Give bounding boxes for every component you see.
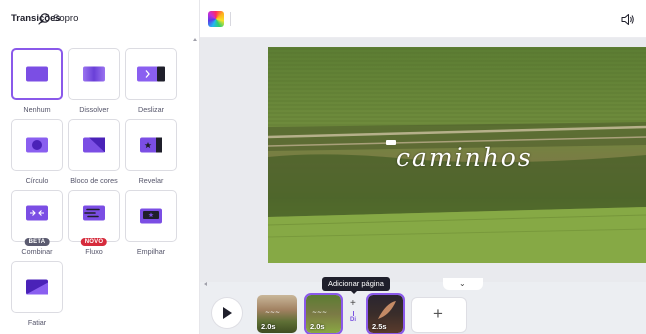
- transition-tile-fatiar[interactable]: [11, 261, 63, 313]
- tooltip: Adicionar página: [322, 277, 390, 291]
- transitions-panel: Transições Nenhum Dissolver Deslizar Cír…: [0, 0, 200, 334]
- transition-label: Revelar: [138, 176, 164, 185]
- play-button[interactable]: [212, 298, 242, 328]
- transition-tile-revelar[interactable]: [125, 119, 177, 171]
- revelar-icon: [140, 137, 162, 153]
- animation-button-label[interactable]: Sopro: [53, 13, 78, 24]
- transition-tile-nenhum[interactable]: [11, 48, 63, 100]
- transition-tile-bloco-de-cores[interactable]: [68, 119, 120, 171]
- add-page-between-icon[interactable]: +: [350, 298, 356, 309]
- top-toolbar: [200, 0, 646, 38]
- fatiar-icon: [26, 279, 48, 295]
- transition-tile-circulo[interactable]: [11, 119, 63, 171]
- scroll-up-arrow-icon[interactable]: [193, 38, 197, 41]
- tooltip-arrow: [351, 291, 357, 294]
- beta-badge: BETA: [24, 238, 50, 246]
- clip-script-text: ~~~: [265, 309, 281, 316]
- timeline-clip-selected[interactable]: 2.5s: [366, 293, 405, 334]
- transition-label: Fatiar: [27, 318, 47, 327]
- timeline-clip-selected[interactable]: ~~~ 2.0s: [304, 293, 343, 334]
- dissolver-icon: [83, 66, 105, 82]
- transition-marker: [353, 311, 354, 316]
- combinar-icon: [26, 205, 48, 221]
- play-icon: [223, 307, 232, 319]
- deslizar-icon: [137, 66, 165, 82]
- clip-duration: 2.0s: [310, 322, 325, 331]
- transition-label: Empilhar: [136, 247, 166, 256]
- chevron-down-icon: ⌄: [459, 279, 466, 288]
- transition-label: Deslizar: [138, 105, 164, 114]
- transition-tile-combinar[interactable]: BETA: [11, 190, 63, 246]
- circulo-icon: [26, 137, 48, 153]
- novo-badge: NOVO: [80, 238, 108, 246]
- speaker-icon[interactable]: [621, 13, 635, 26]
- add-page-button[interactable]: +: [412, 298, 466, 332]
- transition-tile-empilhar[interactable]: [125, 190, 177, 242]
- transition-marker-label[interactable]: Di: [350, 317, 356, 323]
- empilhar-icon: [140, 208, 162, 224]
- color-swatch-icon[interactable]: [208, 11, 224, 27]
- sopro-icon[interactable]: [37, 12, 51, 26]
- transition-tile-fluxo[interactable]: NOVO: [68, 190, 120, 246]
- clip-duration: 2.5s: [372, 322, 387, 331]
- fluxo-icon: [83, 205, 105, 221]
- transition-tile-dissolver[interactable]: [68, 48, 120, 100]
- clip-duration: 2.0s: [261, 322, 276, 331]
- toolbar-divider: [230, 12, 231, 26]
- canvas-title-text[interactable]: caminhos: [396, 143, 533, 172]
- timeline-scroll-left-icon[interactable]: [204, 282, 207, 286]
- clip-script-text: ~~~: [312, 309, 328, 316]
- nenhum-icon: [26, 66, 48, 82]
- bloco-de-cores-icon: [83, 137, 105, 153]
- transition-tile-deslizar[interactable]: [125, 48, 177, 100]
- plus-icon: +: [433, 304, 443, 323]
- timeline-clip[interactable]: ~~~ 2.0s: [257, 295, 297, 333]
